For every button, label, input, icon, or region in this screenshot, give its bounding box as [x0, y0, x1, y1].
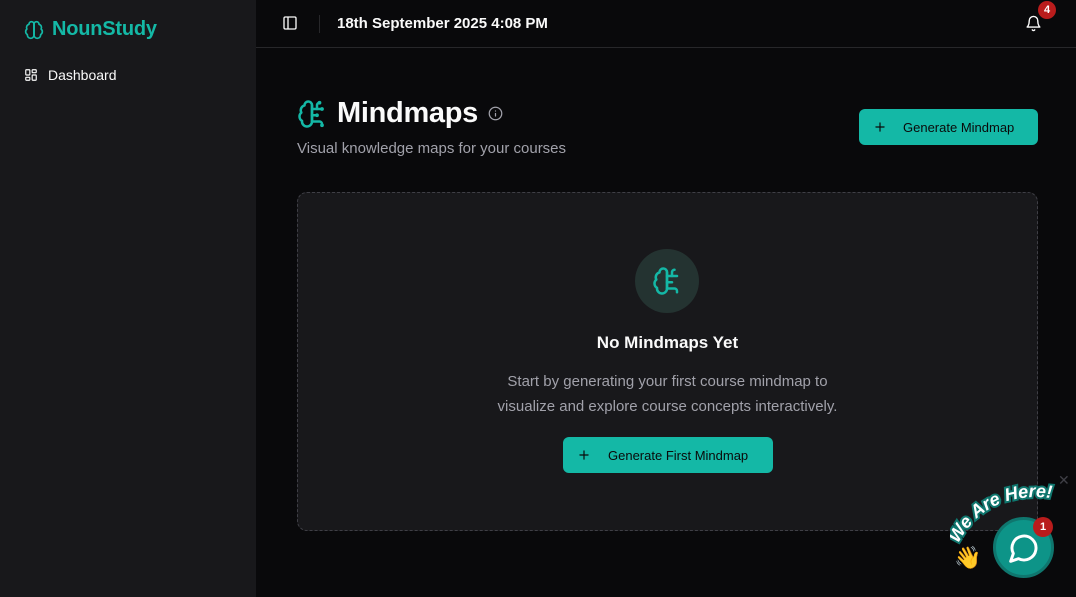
sidebar-item-label: Dashboard — [48, 67, 117, 83]
sidebar: NounStudy Dashboard — [0, 0, 256, 597]
brain-circuit-icon — [652, 266, 682, 296]
chat-bubble-icon — [1008, 532, 1040, 564]
generate-first-mindmap-label: Generate First Mindmap — [608, 447, 749, 463]
generate-mindmap-label: Generate Mindmap — [903, 119, 1015, 135]
brain-circuit-icon — [297, 99, 327, 129]
info-icon[interactable] — [488, 106, 503, 121]
brand-name: NounStudy — [52, 18, 157, 40]
wave-emoji: 👋 — [954, 545, 982, 570]
brain-icon — [24, 20, 44, 40]
empty-state-description-line: Start by generating your first course mi… — [507, 373, 828, 390]
page-subtitle: Visual knowledge maps for your courses — [297, 140, 567, 157]
empty-state-title: No Mindmaps Yet — [596, 333, 739, 352]
empty-state: No Mindmaps Yet Start by generating your… — [297, 192, 1038, 531]
sidebar-toggle-icon[interactable] — [282, 15, 298, 31]
page-title: Mindmaps — [337, 97, 478, 129]
page-header: Mindmaps — [297, 97, 503, 130]
sidebar-item-dashboard[interactable]: Dashboard — [24, 67, 117, 83]
chat-badge: 1 — [1033, 517, 1053, 537]
chat-widget: ✕ We Are Here! 👋 1 — [950, 472, 1076, 597]
notification-badge: 4 — [1037, 0, 1057, 20]
plus-icon — [577, 448, 591, 462]
topbar: 18th September 2025 4:08 PM 4 — [256, 0, 1076, 48]
brand[interactable]: NounStudy — [24, 18, 157, 41]
generate-first-mindmap-button[interactable]: Generate First Mindmap — [563, 437, 773, 473]
current-datetime: 18th September 2025 4:08 PM — [337, 15, 548, 32]
bell-icon[interactable] — [1025, 15, 1042, 32]
empty-state-description: Start by generating your first course mi… — [298, 369, 1037, 419]
layout-grid-icon — [24, 68, 38, 82]
generate-mindmap-button[interactable]: Generate Mindmap — [859, 109, 1038, 145]
divider — [319, 15, 320, 33]
empty-state-icon-circle — [635, 249, 699, 313]
plus-icon — [873, 120, 887, 134]
empty-state-description-line: visualize and explore course concepts in… — [497, 398, 838, 415]
